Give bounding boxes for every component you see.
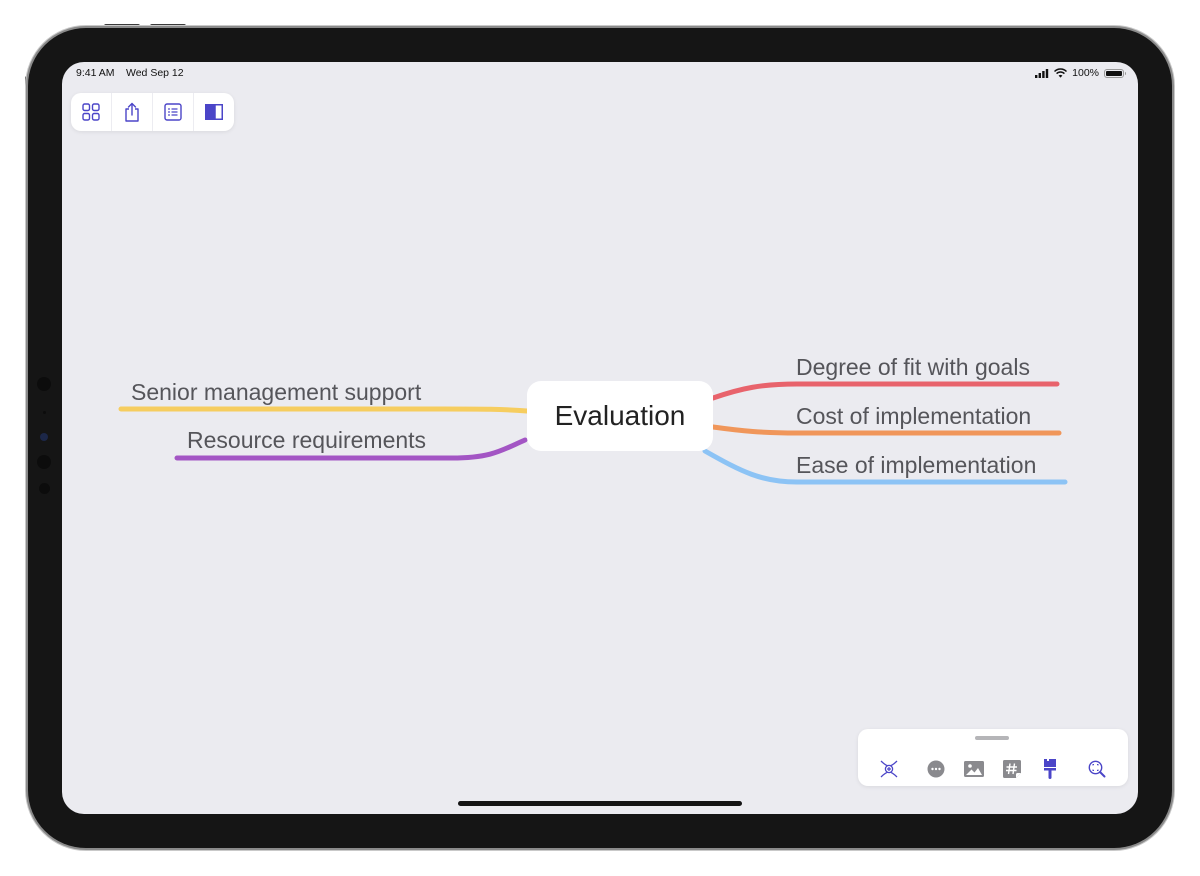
front-camera [40,433,48,441]
battery-percent: 100% [1072,67,1099,79]
style-button[interactable] [1039,758,1061,780]
branch-line-senior-management [118,406,530,414]
sensor [39,483,50,494]
screen: 9:41 AM Wed Sep 12 100% Evaluation Degre… [62,62,1138,814]
tag-button[interactable] [1001,758,1023,780]
home-indicator[interactable] [458,801,742,806]
panel-grabber[interactable] [975,736,1009,740]
topic-senior-management-support[interactable]: Senior management support [131,379,421,406]
zoom-icon [1088,760,1106,778]
zoom-fit-button[interactable] [1086,758,1108,780]
sidebar-icon [205,104,223,120]
share-button[interactable] [112,93,153,131]
hashtag-icon [1003,760,1021,778]
topic-ease-of-implementation[interactable]: Ease of implementation [796,452,1036,479]
bottom-toolbar [858,729,1128,786]
branch-line-degree-of-fit [710,381,1060,401]
grid-icon [82,103,100,121]
list-icon [164,103,182,121]
battery-icon [1104,68,1126,78]
image-icon [964,761,984,777]
top-toolbar [71,93,234,131]
wifi-icon [1054,68,1068,78]
sensor [37,455,51,469]
more-button[interactable] [925,758,947,780]
cellular-signal-icon [1035,68,1049,78]
status-date: Wed Sep 12 [126,67,184,79]
status-time: 9:41 AM [76,67,115,79]
outline-button[interactable] [153,93,194,131]
topic-cost-of-implementation[interactable]: Cost of implementation [796,403,1031,430]
central-topic[interactable]: Evaluation [527,381,713,451]
topic-icon [880,760,898,778]
topic-degree-of-fit[interactable]: Degree of fit with goals [796,354,1030,381]
topic-resource-requirements[interactable]: Resource requirements [187,427,426,454]
share-icon [125,102,139,122]
sensor-dot [43,411,46,414]
sensor [37,377,51,391]
more-icon [927,760,945,778]
paintbrush-icon [1044,759,1056,779]
add-topic-button[interactable] [878,758,900,780]
sidebar-toggle-button[interactable] [194,93,234,131]
image-button[interactable] [963,758,985,780]
status-bar: 9:41 AM Wed Sep 12 100% [76,67,1126,81]
grid-view-button[interactable] [71,93,112,131]
